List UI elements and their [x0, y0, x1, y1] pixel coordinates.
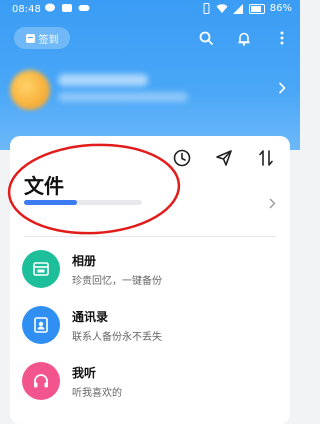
- checkin-icon: [25, 33, 35, 43]
- storage-progress-bar: [24, 200, 142, 205]
- list-item-subtitle: 听我喜欢的: [72, 388, 122, 399]
- recent-button[interactable]: [172, 148, 192, 168]
- files-title[interactable]: 文件: [24, 170, 64, 199]
- status-system-icons: 86%: [202, 3, 292, 14]
- send-button[interactable]: [214, 148, 234, 168]
- list-item-title: 相册: [72, 254, 97, 268]
- more-vertical-icon: [280, 31, 284, 45]
- list-item-contacts[interactable]: 通讯录 联系人备份永不丢失: [22, 300, 278, 350]
- list-item-music[interactable]: 我听 听我喜欢的: [22, 356, 278, 406]
- files-card: 文件 相册 珍贵回忆，一键备份 通讯录 联系人备份永不丢失 我听 听我喜欢的: [10, 136, 290, 424]
- chevron-right-icon[interactable]: [269, 198, 276, 209]
- battery-percent: 86%: [269, 3, 292, 14]
- list-item-subtitle: 联系人备份永不丢失: [72, 332, 162, 343]
- user-info-blurred: [58, 92, 188, 102]
- sort-transfer-icon: [259, 150, 273, 166]
- chat-bubble-icon: [45, 3, 55, 12]
- divider: [24, 236, 276, 237]
- signal-icon: [232, 3, 243, 14]
- profile-row[interactable]: [0, 60, 300, 120]
- list-item-title: 我听: [72, 366, 97, 380]
- search-button[interactable]: [198, 30, 214, 46]
- clock-icon: [173, 149, 191, 167]
- list-item-title: 通讯录: [72, 310, 109, 324]
- app-notification-icon: [62, 4, 72, 12]
- send-icon: [216, 150, 232, 166]
- header-actions: [198, 30, 290, 46]
- contacts-icon: [34, 317, 48, 333]
- more-button[interactable]: [274, 30, 290, 46]
- checkin-label: 签到: [38, 34, 59, 46]
- chevron-right-icon: [278, 82, 286, 94]
- search-icon: [199, 31, 213, 45]
- status-notification-icons: [44, 3, 90, 13]
- list-item-icon-bg: [22, 306, 60, 344]
- notifications-button[interactable]: [236, 30, 252, 46]
- album-icon: [33, 262, 49, 276]
- status-bar: 08:48 86%: [0, 0, 300, 22]
- card-actions: [172, 148, 276, 168]
- wifi-icon: [216, 3, 228, 13]
- list-item-icon-bg: [22, 362, 60, 400]
- list-item-subtitle: 珍贵回忆，一键备份: [72, 276, 162, 287]
- checkin-button[interactable]: 签到: [14, 27, 70, 49]
- username-blurred: [58, 74, 148, 86]
- avatar: [10, 70, 50, 110]
- headphones-icon: [34, 374, 48, 388]
- storage-progress-fill: [24, 200, 78, 205]
- bell-icon: [238, 32, 250, 46]
- battery-icon: [248, 3, 265, 14]
- transfer-button[interactable]: [256, 148, 276, 168]
- list-item-icon-bg: [22, 250, 60, 288]
- gamepad-icon: [78, 5, 90, 11]
- status-time: 08:48: [12, 4, 41, 15]
- list-item-album[interactable]: 相册 珍贵回忆，一键备份: [22, 244, 278, 294]
- vibrate-icon: [203, 3, 210, 14]
